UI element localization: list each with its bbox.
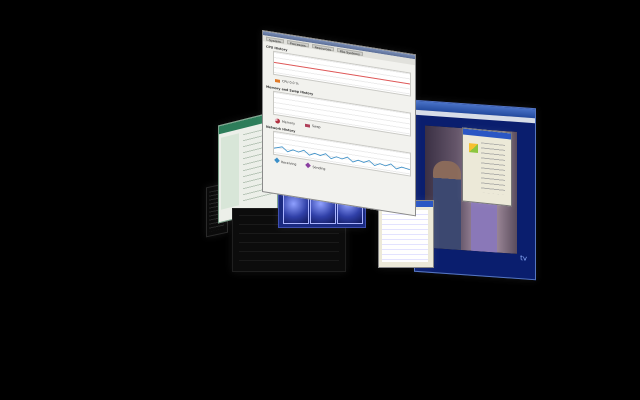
tab-resources[interactable]: Resources [311, 43, 334, 52]
cpu-legend-item: CPU 0.0 % [275, 78, 299, 86]
swap-legend-label: Swap [311, 123, 321, 130]
video-logo: tv [520, 254, 527, 263]
cpu-color-chip[interactable] [275, 78, 280, 83]
file-dialog-list[interactable] [382, 210, 428, 262]
color-swatch-icon [469, 143, 478, 154]
system-monitor-window[interactable]: System Processes Resources File Systems … [262, 30, 416, 217]
memory-legend-item: Memory [275, 117, 295, 126]
properties-dialog[interactable] [462, 127, 512, 207]
swap-color-chip[interactable] [304, 123, 310, 128]
video-person [433, 160, 461, 251]
memory-pie-icon[interactable] [275, 117, 280, 124]
desktop-cube-view: tv System Processes Resources File Syste… [0, 0, 640, 400]
tab-system[interactable]: System [266, 36, 284, 44]
properties-rows [481, 142, 505, 195]
cpu-legend-label: CPU 0.0 % [282, 79, 299, 86]
file-manager-sidebar[interactable] [221, 133, 239, 210]
memory-legend-label: Memory [282, 119, 295, 126]
swap-legend-item: Swap [304, 123, 321, 130]
tab-processes[interactable]: Processes [286, 39, 309, 48]
